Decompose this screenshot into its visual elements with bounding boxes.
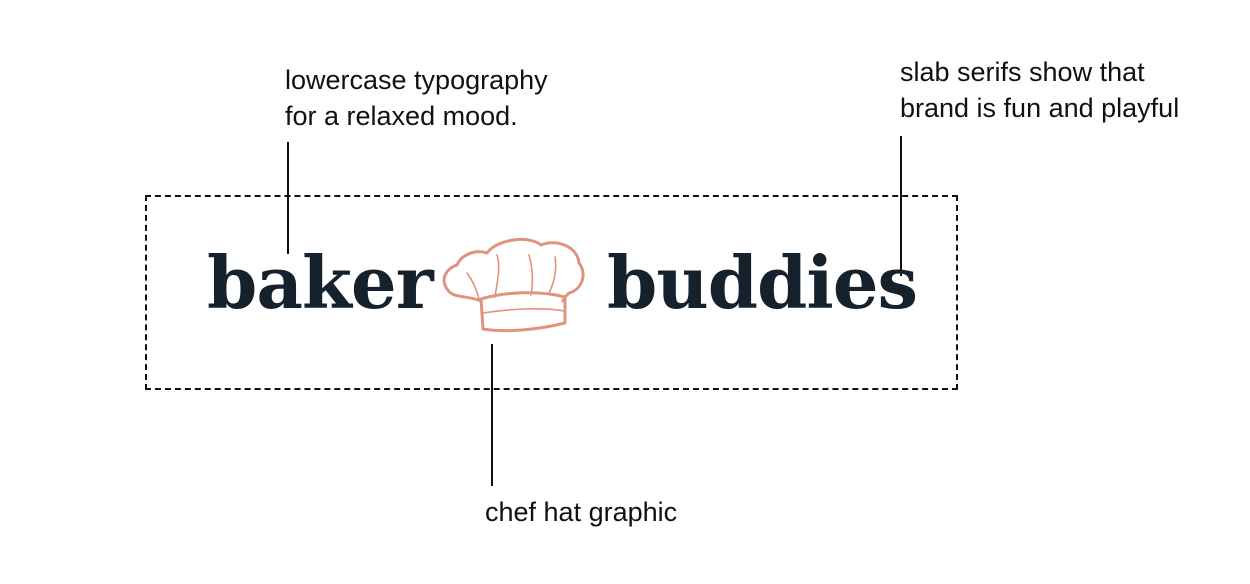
logo-word-baker: baker (207, 240, 434, 325)
annotation-typography-line1: lowercase typography (285, 65, 548, 95)
chef-hat-icon (442, 238, 585, 333)
annotation-hat-text: chef hat graphic (485, 497, 678, 527)
annotation-chef-hat: chef hat graphic (485, 494, 677, 530)
logo-word-buddies: buddies (607, 240, 918, 325)
annotation-serifs-line2: brand is fun and playful (900, 93, 1180, 123)
annotation-serifs-line1: slab serifs show that (900, 57, 1145, 87)
annotation-slab-serifs: slab serifs show that brand is fun and p… (900, 54, 1179, 126)
annotation-typography-line2: for a relaxed mood. (285, 101, 518, 131)
annotation-typography: lowercase typography for a relaxed mood. (285, 62, 548, 134)
